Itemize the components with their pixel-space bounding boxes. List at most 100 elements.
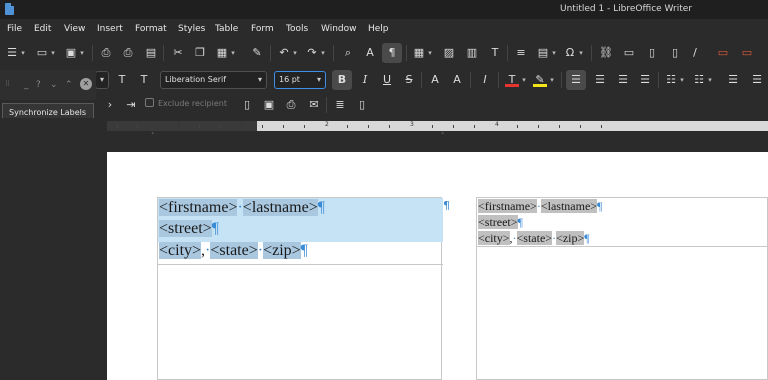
street-line[interactable]: <street>¶ [159, 220, 219, 238]
footer-icon[interactable]: ▭ [740, 46, 754, 60]
print-merged-icon[interactable]: ⎙ [284, 98, 298, 112]
horizontal-ruler[interactable]: 1 1 2 3 4 ▲ ▲ [0, 118, 768, 138]
strikethrough-icon[interactable]: S [402, 73, 416, 87]
field-lastname[interactable]: <lastname> [242, 199, 318, 216]
field-lastname[interactable]: <lastname> [540, 199, 598, 213]
menu-tools[interactable]: Tools [286, 24, 308, 34]
field-firstname[interactable]: <firstname> [478, 199, 537, 213]
increase-indent-icon[interactable]: ☰ [726, 73, 740, 87]
chevron-down-icon[interactable]: ▾ [320, 46, 326, 60]
edit-document-icon[interactable]: ▯ [240, 98, 254, 112]
highlight-icon[interactable]: ✎ [533, 73, 547, 87]
next-recipient-icon[interactable]: › [103, 98, 117, 112]
align-center-icon[interactable]: ☰ [593, 73, 607, 87]
export-pdf-icon[interactable]: ⎙ [99, 46, 113, 60]
page-break-icon[interactable]: ≡ [514, 46, 528, 60]
new-style-icon[interactable]: T [137, 73, 151, 87]
menu-file[interactable]: File [7, 24, 22, 34]
bold-icon[interactable]: B [332, 70, 352, 90]
clone-formatting-icon[interactable]: ✎ [250, 46, 264, 60]
field-firstname[interactable]: <firstname> [159, 199, 238, 216]
field-state[interactable]: <state> [516, 231, 553, 245]
field-zip[interactable]: <zip> [263, 242, 301, 259]
image-icon[interactable]: ▨ [442, 46, 456, 60]
styles-icon[interactable]: ☰ [5, 46, 19, 60]
header-icon[interactable]: ▭ [716, 46, 730, 60]
label-cell-1[interactable]: <firstname>·<lastname>¶ <street>¶ <city>… [157, 197, 443, 380]
special-character-icon[interactable]: Ω [563, 46, 577, 60]
table-icon[interactable]: ▦ [412, 46, 426, 60]
field-icon[interactable]: ▤ [536, 46, 550, 60]
menu-form[interactable]: Form [251, 24, 274, 34]
clear-formatting-icon[interactable]: I [478, 73, 492, 87]
font-size-combo[interactable]: 16 pt ▾ [274, 71, 326, 89]
chevron-down-icon[interactable]: ▾ [427, 46, 433, 60]
superscript-icon[interactable]: A [428, 73, 442, 87]
chevron-down-icon[interactable]: ▾ [79, 46, 85, 60]
paste-icon[interactable]: ▦ [215, 46, 229, 60]
menu-styles[interactable]: Styles [178, 24, 205, 34]
footnote-icon[interactable]: ▭ [622, 46, 636, 60]
underline-icon[interactable]: U [380, 73, 394, 87]
undo-icon[interactable]: ↶ [277, 46, 291, 60]
sidebar-icon[interactable]: ▯ [355, 98, 369, 112]
decrease-indent-icon[interactable]: ☰ [750, 73, 764, 87]
find-replace-icon[interactable]: ⌕ [341, 46, 355, 60]
field-city[interactable]: <city> [159, 242, 202, 259]
minimize-control[interactable]: _ [24, 80, 29, 90]
subscript-icon[interactable]: A [450, 73, 464, 87]
help-control[interactable]: ? [36, 80, 41, 90]
redo-icon[interactable]: ↷ [305, 46, 319, 60]
italic-icon[interactable]: I [358, 73, 372, 87]
expand-control[interactable]: ⌃ [65, 80, 73, 90]
save-merged-icon[interactable]: ▣ [262, 98, 276, 112]
copy-icon[interactable]: ❐ [193, 46, 207, 60]
last-recipient-icon[interactable]: ⇥ [124, 98, 138, 112]
field-state[interactable]: <state> [210, 242, 258, 259]
name-line[interactable]: <firstname>·<lastname>¶ [159, 199, 325, 217]
city-line[interactable]: <city>,·<state>·<zip>¶ [159, 242, 308, 260]
grip-icon[interactable]: ⠿ [5, 80, 10, 88]
font-name-combo[interactable]: Liberation Serif ▾ [160, 71, 267, 89]
chevron-down-icon[interactable]: ▾ [20, 46, 26, 60]
street-line[interactable]: <street>¶ [478, 215, 523, 230]
save-icon[interactable]: ▣ [64, 46, 78, 60]
exclude-recipient-checkbox[interactable]: Exclude recipient [145, 98, 227, 108]
open-icon[interactable]: ▭ [35, 46, 49, 60]
line-icon[interactable]: / [688, 46, 702, 60]
city-line[interactable]: <city>,·<state>·<zip>¶ [478, 231, 590, 246]
field-street[interactable]: <street> [159, 220, 212, 237]
document-canvas[interactable]: <firstname>·<lastname>¶ <street>¶ <city>… [0, 134, 768, 380]
chart-icon[interactable]: ▥ [465, 46, 479, 60]
menu-edit[interactable]: Edit [34, 24, 51, 34]
chevron-down-icon[interactable]: ▾ [551, 46, 557, 60]
data-source-icon[interactable]: ≣ [333, 98, 347, 112]
textbox-icon[interactable]: T [488, 46, 502, 60]
name-line[interactable]: <firstname>·<lastname>¶ [478, 199, 602, 214]
justify-icon[interactable]: ☰ [638, 73, 652, 87]
chevron-down-icon[interactable]: ▾ [549, 73, 555, 87]
numbered-list-icon[interactable]: ☷ [692, 73, 706, 87]
chevron-down-icon[interactable]: ▾ [50, 46, 56, 60]
align-right-icon[interactable]: ☰ [616, 73, 630, 87]
hyperlink-icon[interactable]: ⛓ [599, 46, 613, 60]
print-icon[interactable]: ⎙ [121, 46, 135, 60]
label-cell-2[interactable]: <firstname>·<lastname>¶ <street>¶ <city>… [476, 197, 768, 380]
font-color-icon[interactable]: T [505, 73, 519, 87]
menu-help[interactable]: Help [368, 24, 389, 34]
print-preview-icon[interactable]: ▤ [144, 46, 158, 60]
chevron-down-icon[interactable]: ▾ [679, 73, 685, 87]
formatting-marks-icon[interactable]: ¶ [382, 43, 402, 63]
track-changes-icon[interactable]: ▯ [668, 46, 682, 60]
chevron-down-icon[interactable]: ▾ [521, 73, 527, 87]
send-email-icon[interactable]: ✉ [307, 98, 321, 112]
menu-view[interactable]: View [64, 24, 85, 34]
collapse-control[interactable]: ⌄ [50, 80, 58, 90]
spelling-icon[interactable]: A [363, 46, 377, 60]
menu-table[interactable]: Table [215, 24, 238, 34]
comment-icon[interactable]: ▯ [645, 46, 659, 60]
chevron-down-icon[interactable]: ▾ [707, 73, 713, 87]
update-style-icon[interactable]: T [115, 73, 129, 87]
document-page[interactable]: <firstname>·<lastname>¶ <street>¶ <city>… [107, 152, 768, 380]
menu-insert[interactable]: Insert [97, 24, 123, 34]
